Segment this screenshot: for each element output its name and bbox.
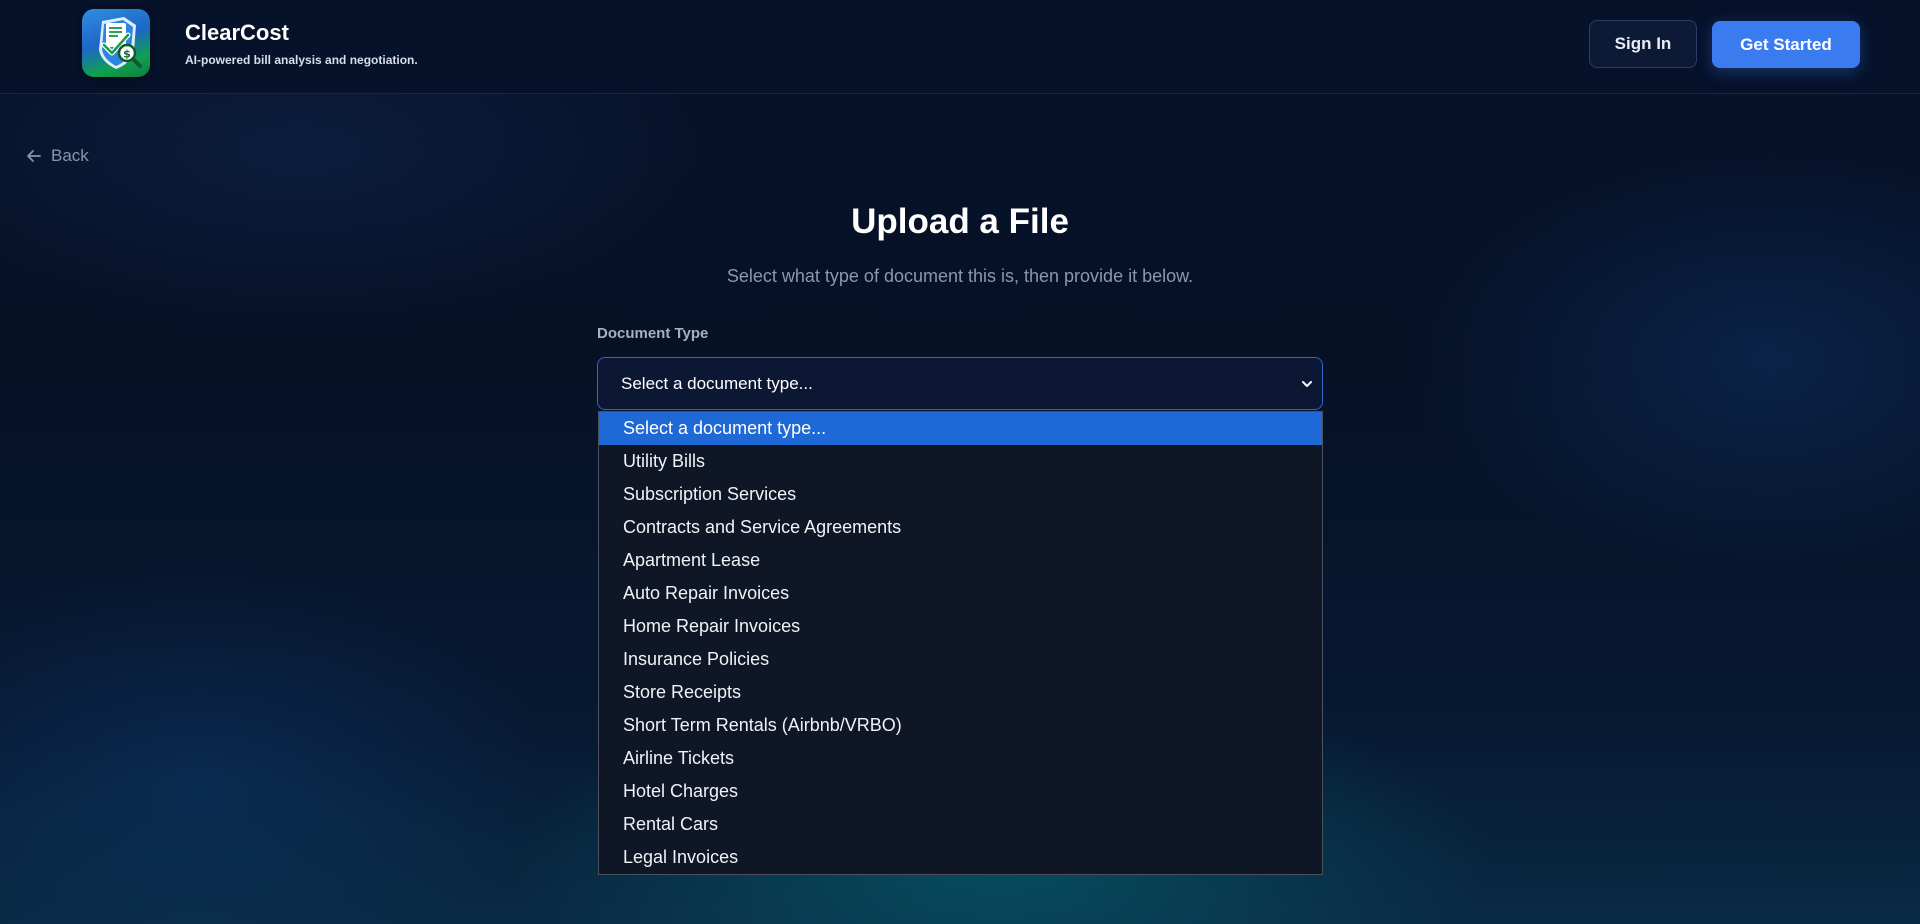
dropdown-option[interactable]: Legal Invoices — [599, 841, 1322, 874]
dropdown-option[interactable]: Auto Repair Invoices — [599, 577, 1322, 610]
sign-in-button[interactable]: Sign In — [1589, 20, 1697, 68]
dropdown-option[interactable]: Apartment Lease — [599, 544, 1322, 577]
back-label: Back — [51, 146, 89, 165]
page-title: Upload a File — [851, 202, 1069, 241]
brand-name[interactable]: ClearCost — [185, 20, 289, 46]
get-started-button[interactable]: Get Started — [1712, 21, 1860, 68]
dropdown-option[interactable]: Contracts and Service Agreements — [599, 511, 1322, 544]
dropdown-option[interactable]: Insurance Policies — [599, 643, 1322, 676]
chevron-down-icon — [1302, 381, 1312, 387]
select-value: Select a document type... — [621, 373, 813, 393]
document-type-dropdown: Select a document type... Utility Bills … — [598, 411, 1323, 875]
dropdown-option[interactable]: Subscription Services — [599, 478, 1322, 511]
dropdown-option[interactable]: Select a document type... — [599, 412, 1322, 445]
back-link[interactable]: Back — [26, 146, 89, 166]
arrow-left-icon — [27, 150, 41, 162]
dropdown-option[interactable]: Short Term Rentals (Airbnb/VRBO) — [599, 709, 1322, 742]
document-type-select[interactable]: Select a document type... — [597, 357, 1323, 410]
dropdown-option[interactable]: Hotel Charges — [599, 775, 1322, 808]
document-type-label: Document Type — [597, 325, 709, 342]
dropdown-option[interactable]: Home Repair Invoices — [599, 610, 1322, 643]
dropdown-option[interactable]: Store Receipts — [599, 676, 1322, 709]
page-subtitle: Select what type of document this is, th… — [726, 266, 1194, 286]
svg-text:$: $ — [123, 48, 131, 61]
dropdown-option[interactable]: Airline Tickets — [599, 742, 1322, 775]
app-header: $ ClearCost AI-powered bill analysis and… — [0, 0, 1920, 94]
brand-tagline: AI-powered bill analysis and negotiation… — [185, 53, 418, 67]
dropdown-option[interactable]: Utility Bills — [599, 445, 1322, 478]
clearcost-logo-icon[interactable]: $ — [82, 9, 150, 77]
dropdown-option[interactable]: Rental Cars — [599, 808, 1322, 841]
